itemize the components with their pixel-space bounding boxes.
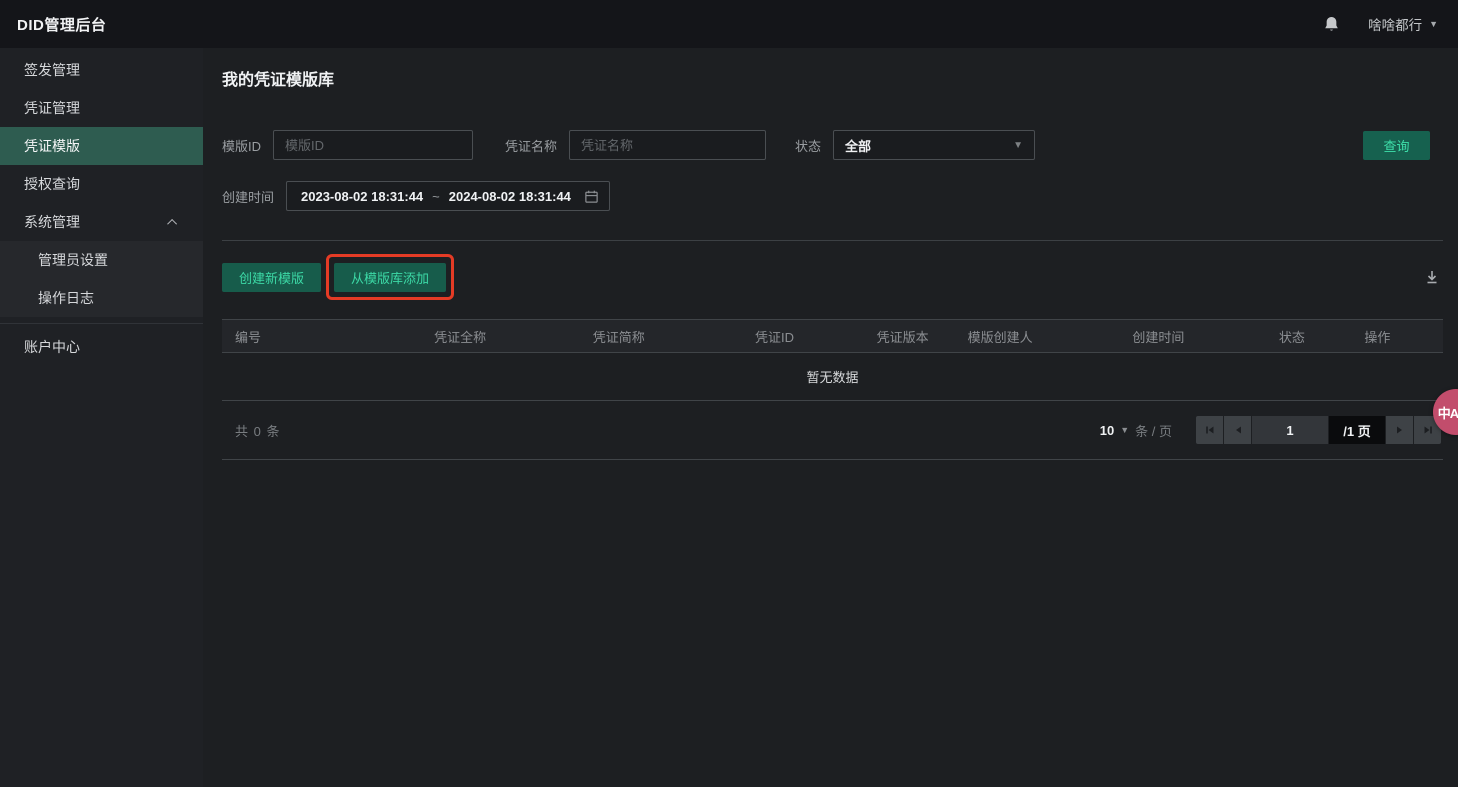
topbar-right: 啥啥都行 ▼	[1323, 14, 1438, 34]
credential-name-input[interactable]	[569, 130, 766, 160]
download-icon[interactable]	[1424, 269, 1440, 286]
column-header-status: 状态	[1266, 327, 1351, 346]
sidebar-item-label: 操作日志	[38, 279, 94, 317]
first-page-button[interactable]	[1196, 416, 1223, 444]
column-header-credential-id: 凭证ID	[698, 327, 851, 346]
top-bar: DID管理后台 啥啥都行 ▼	[0, 0, 1458, 48]
sidebar-item-authorization-query[interactable]: 授权查询	[0, 165, 203, 203]
main-content: 我的凭证模版库 模版ID 凭证名称 状态 全部 ▼ 查询 创建时间 2023-0…	[203, 48, 1458, 787]
page-size-value: 10	[1100, 423, 1114, 438]
system-management-submenu: 管理员设置 操作日志	[0, 241, 203, 317]
pagination-bar: 共 0 条 10 ▼ 条 / 页	[222, 401, 1443, 460]
sidebar-item-operation-log[interactable]: 操作日志	[0, 279, 203, 317]
column-header-number: 编号	[222, 327, 381, 346]
template-id-label: 模版ID	[222, 136, 261, 155]
template-id-input[interactable]	[273, 130, 473, 160]
add-from-library-wrapper: 从模版库添加	[334, 263, 446, 292]
sidebar-item-system-management[interactable]: 系统管理	[0, 203, 203, 241]
column-header-version: 凭证版本	[851, 327, 955, 346]
chevron-up-icon	[167, 218, 177, 228]
add-from-library-button[interactable]: 从模版库添加	[334, 263, 446, 292]
table-empty-state: 暂无数据	[222, 353, 1443, 401]
total-count: 共 0 条	[235, 421, 280, 440]
sidebar-item-account-center[interactable]: 账户中心	[0, 328, 203, 366]
sidebar-item-label: 账户中心	[24, 328, 80, 366]
pager: 1 /1 页	[1196, 416, 1441, 444]
sidebar-item-label: 签发管理	[24, 51, 80, 89]
sidebar-item-credential-template[interactable]: 凭证模版	[0, 127, 203, 165]
date-range-picker[interactable]: 2023-08-02 18:31:44 ~ 2024-08-02 18:31:4…	[286, 181, 610, 211]
credential-name-label: 凭证名称	[505, 136, 557, 155]
filter-section: 模版ID 凭证名称 状态 全部 ▼ 查询 创建时间 2023-08-02 18:…	[222, 130, 1443, 211]
date-end: 2024-08-02 18:31:44	[449, 189, 571, 204]
column-header-creator: 模版创建人	[955, 327, 1120, 346]
sidebar-divider	[0, 323, 203, 324]
column-header-operation: 操作	[1351, 327, 1443, 346]
created-time-label: 创建时间	[222, 187, 274, 206]
search-button[interactable]: 查询	[1363, 131, 1430, 160]
sidebar-item-label: 授权查询	[24, 165, 80, 203]
sidebar-item-label: 系统管理	[24, 203, 80, 241]
date-start: 2023-08-02 18:31:44	[301, 189, 423, 204]
calendar-icon	[584, 189, 599, 204]
next-page-button[interactable]	[1386, 416, 1413, 444]
user-menu[interactable]: 啥啥都行 ▼	[1368, 14, 1438, 34]
caret-down-icon: ▼	[1013, 140, 1023, 151]
table-header-row: 编号 凭证全称 凭证简称 凭证ID 凭证版本 模版创建人 创建时间 状态 操作	[222, 319, 1443, 353]
template-table: 编号 凭证全称 凭证简称 凭证ID 凭证版本 模版创建人 创建时间 状态 操作 …	[222, 319, 1443, 460]
pagination-controls: 10 ▼ 条 / 页	[1100, 416, 1441, 444]
sidebar-item-label: 凭证管理	[24, 89, 80, 127]
status-label: 状态	[795, 136, 821, 155]
user-name: 啥啥都行	[1368, 14, 1422, 34]
date-separator: ~	[432, 189, 440, 204]
filter-row-2: 创建时间 2023-08-02 18:31:44 ~ 2024-08-02 18…	[222, 181, 1443, 211]
page-size-unit: 条 / 页	[1135, 421, 1172, 440]
sidebar-item-label: 管理员设置	[38, 241, 108, 279]
caret-down-icon: ▼	[1120, 425, 1129, 435]
page-size-select[interactable]: 10 ▼ 条 / 页	[1100, 421, 1172, 440]
filter-row-1: 模版ID 凭证名称 状态 全部 ▼ 查询	[222, 130, 1443, 160]
filter-table-divider	[222, 240, 1443, 241]
sidebar-item-label: 凭证模版	[24, 127, 80, 165]
total-pages-label: /1 页	[1329, 416, 1385, 444]
sidebar-item-admin-settings[interactable]: 管理员设置	[0, 241, 203, 279]
translate-icon: 中A	[1438, 403, 1458, 422]
status-select[interactable]: 全部 ▼	[833, 130, 1035, 160]
sidebar-item-issuance-management[interactable]: 签发管理	[0, 51, 203, 89]
column-header-short-name: 凭证简称	[539, 327, 698, 346]
current-page-input[interactable]: 1	[1252, 416, 1328, 444]
create-template-button[interactable]: 创建新模版	[222, 263, 321, 292]
column-header-full-name: 凭证全称	[381, 327, 540, 346]
column-header-created-time: 创建时间	[1119, 327, 1266, 346]
sidebar-item-credential-management[interactable]: 凭证管理	[0, 89, 203, 127]
chevron-down-icon: ▼	[1429, 19, 1438, 29]
notification-bell-icon[interactable]	[1323, 15, 1340, 33]
previous-page-button[interactable]	[1224, 416, 1251, 444]
page-title: 我的凭证模版库	[222, 66, 1443, 90]
actions-row: 创建新模版 从模版库添加	[222, 262, 1443, 292]
status-select-value: 全部	[845, 136, 871, 155]
app-title: DID管理后台	[17, 14, 106, 35]
sidebar: 签发管理 凭证管理 凭证模版 授权查询 系统管理 管理员设置 操作日志 账户中心	[0, 48, 203, 787]
